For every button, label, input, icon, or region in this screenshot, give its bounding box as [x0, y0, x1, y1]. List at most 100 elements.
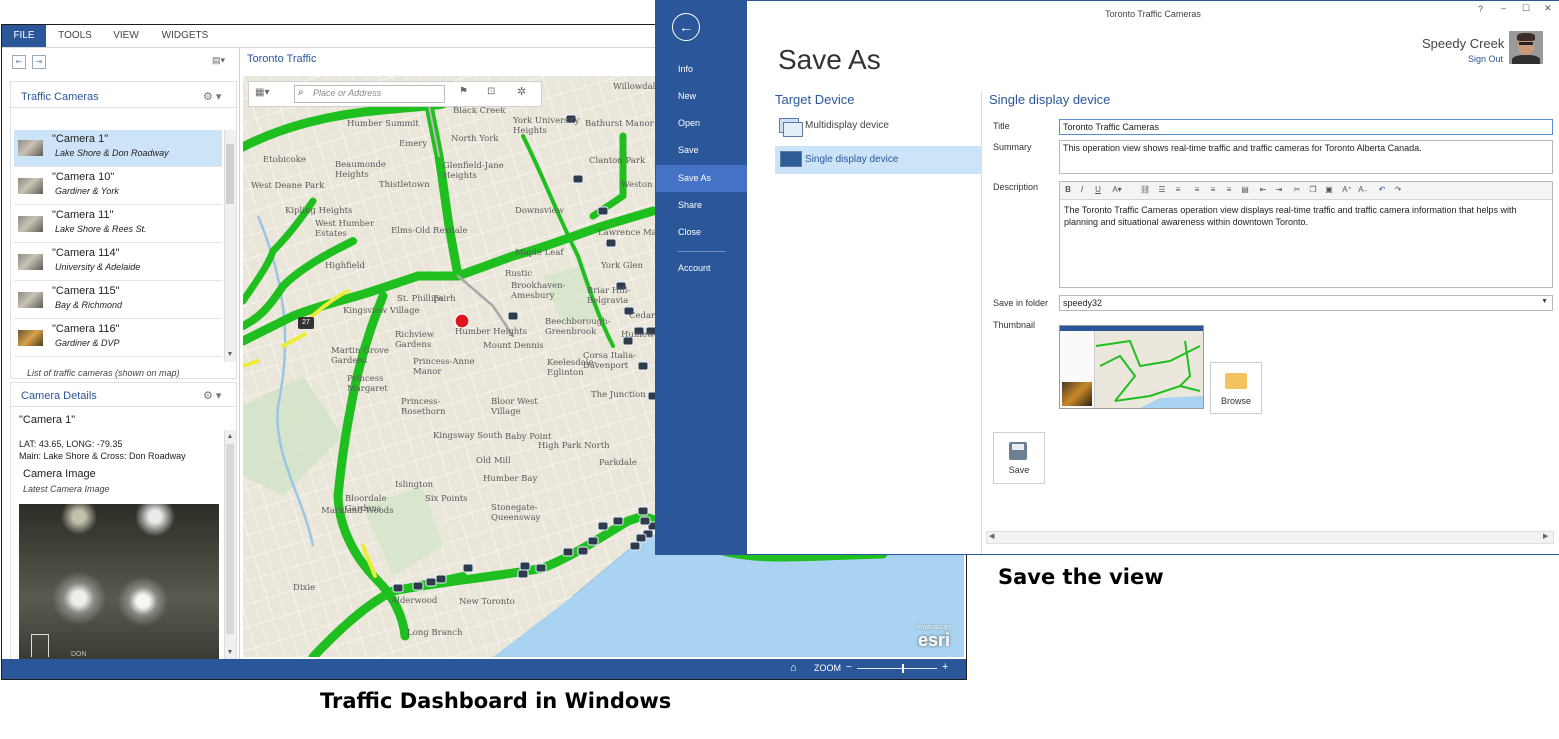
scroll-thumb[interactable]	[226, 444, 234, 634]
title-input[interactable]: Toronto Traffic Cameras	[1059, 119, 1553, 135]
menu-file[interactable]: FILE	[2, 25, 46, 47]
camera-marker-icon[interactable]	[435, 574, 447, 584]
camera-marker-icon[interactable]	[605, 238, 617, 248]
target-multidisplay[interactable]: Multidisplay device	[775, 115, 981, 141]
nav-new[interactable]: New	[656, 83, 747, 110]
camera-marker-icon[interactable]	[517, 569, 529, 579]
scroll-thumb[interactable]	[226, 144, 234, 204]
camera-marker-icon[interactable]	[635, 533, 647, 543]
underline-icon[interactable]: U	[1093, 185, 1103, 195]
camera-marker-icon[interactable]	[597, 206, 609, 216]
zoom-slider-thumb[interactable]	[902, 664, 905, 673]
camera-marker-icon[interactable]	[535, 563, 547, 573]
dock-right-icon[interactable]: ⇥	[32, 55, 46, 69]
back-arrow-icon[interactable]: ←	[672, 13, 700, 41]
nav-close[interactable]: Close	[656, 219, 747, 246]
target-single-display[interactable]: Single display device	[775, 146, 981, 174]
align-left-icon[interactable]: ≡	[1192, 185, 1202, 195]
basemap-icon[interactable]: ▦▾	[255, 87, 269, 98]
camera-marker-icon[interactable]	[587, 536, 599, 546]
justify-icon[interactable]: ▤	[1240, 185, 1250, 195]
bullet-list-icon[interactable]: ☰	[1157, 185, 1167, 195]
camera-marker-icon[interactable]	[412, 581, 424, 591]
nav-open[interactable]: Open	[656, 110, 747, 137]
folder-select[interactable]: speedy32 ▼	[1059, 295, 1553, 311]
scroll-down-icon[interactable]: ▼	[225, 350, 235, 360]
scroll-left-icon[interactable]: ◀	[989, 532, 994, 540]
details-scrollbar[interactable]: ▲ ▼	[224, 430, 236, 660]
camera-marker-icon[interactable]	[577, 546, 589, 556]
camera-marker-icon[interactable]	[572, 174, 584, 184]
zoom-in-button[interactable]: +	[942, 661, 948, 673]
cameras-settings-icon[interactable]: ⚙ ▾	[203, 90, 221, 103]
nav-save-as[interactable]: Save As	[656, 165, 747, 192]
scroll-down-icon[interactable]: ▼	[225, 648, 235, 658]
sign-out-link[interactable]: Sign Out	[1468, 54, 1503, 64]
camera-marker-icon[interactable]	[637, 506, 649, 516]
map-label: Dixie	[293, 583, 316, 593]
camera-list-item[interactable]: "Camera 1" Lake Shore & Don Roadway	[14, 130, 222, 167]
camera-list-item[interactable]: "Camera 114" University & Adelaide	[14, 244, 222, 281]
minimize-button[interactable]: –	[1501, 3, 1506, 13]
camera-marker-icon[interactable]	[612, 516, 624, 526]
nav-share[interactable]: Share	[656, 192, 747, 219]
indent-icon[interactable]: ⇥	[1274, 185, 1284, 195]
nav-account[interactable]: Account	[656, 255, 747, 282]
save-button[interactable]: Save	[993, 432, 1045, 484]
camera-marker-icon[interactable]	[629, 541, 641, 551]
cameras-scrollbar[interactable]: ▼	[224, 130, 236, 362]
italic-icon[interactable]: I	[1077, 185, 1087, 195]
locate-icon[interactable]: ✲	[517, 85, 526, 98]
camera-marker-icon[interactable]	[462, 563, 474, 573]
font-color-icon[interactable]: A▾	[1108, 185, 1126, 195]
avatar[interactable]	[1509, 31, 1543, 64]
layout-menu-icon[interactable]: ▤▾	[212, 55, 232, 67]
menu-view[interactable]: VIEW	[106, 25, 146, 47]
outdent-icon[interactable]: ⇤	[1258, 185, 1268, 195]
nav-save[interactable]: Save	[656, 137, 747, 164]
camera-marker-icon[interactable]	[639, 516, 651, 526]
paste-icon[interactable]: ▣	[1324, 185, 1334, 195]
align-right-icon[interactable]: ≡	[1224, 185, 1234, 195]
cut-icon[interactable]: ✂	[1292, 185, 1302, 195]
zoom-slider[interactable]	[857, 664, 937, 673]
browse-button[interactable]: Browse	[1210, 362, 1262, 414]
scroll-right-icon[interactable]: ▶	[1543, 532, 1548, 540]
camera-marker-icon[interactable]	[507, 311, 519, 321]
search-input[interactable]: ⌕ Place or Address	[294, 85, 445, 103]
superscript-icon[interactable]: A⁺	[1342, 185, 1352, 195]
close-button[interactable]: ✕	[1544, 3, 1552, 14]
menu-widgets[interactable]: WIDGETS	[157, 25, 213, 47]
camera-marker-icon[interactable]	[425, 577, 437, 587]
link-icon[interactable]: ⛓	[1140, 185, 1150, 195]
scroll-up-icon[interactable]: ▲	[225, 432, 235, 442]
help-button[interactable]: ?	[1478, 4, 1483, 14]
camera-marker-icon[interactable]	[597, 521, 609, 531]
summary-input[interactable]: This operation view shows real-time traf…	[1059, 140, 1553, 174]
camera-marker-icon[interactable]	[392, 583, 404, 593]
zoom-out-button[interactable]: −	[846, 662, 852, 673]
select-icon[interactable]: ⊡	[487, 86, 495, 97]
redo-icon[interactable]: ↷	[1393, 185, 1403, 195]
undo-icon[interactable]: ↶	[1377, 185, 1387, 195]
identify-icon[interactable]: ⚑	[459, 86, 468, 97]
home-icon[interactable]: ⌂	[790, 662, 797, 674]
camera-list-item[interactable]: "Camera 11" Lake Shore & Rees St.	[14, 206, 222, 243]
nav-info[interactable]: Info	[656, 56, 747, 83]
camera-list-item[interactable]: "Camera 116" Gardiner & DVP	[14, 320, 222, 357]
copy-icon[interactable]: ❐	[1308, 185, 1318, 195]
description-text[interactable]: The Toronto Traffic Cameras operation vi…	[1064, 204, 1548, 228]
menu-tools[interactable]: TOOLS	[52, 25, 98, 47]
camera-list-item[interactable]: "Camera 10" Gardiner & York	[14, 168, 222, 205]
details-settings-icon[interactable]: ⚙ ▾	[203, 389, 221, 402]
bold-icon[interactable]: B	[1063, 185, 1073, 195]
horizontal-scrollbar[interactable]: ◀ ▶	[986, 531, 1554, 544]
camera-list-item[interactable]: "Camera 115" Bay & Richmond	[14, 282, 222, 319]
dock-left-icon[interactable]: ⇤	[12, 55, 26, 69]
camera-marker-icon[interactable]	[562, 547, 574, 557]
subscript-icon[interactable]: A₋	[1358, 185, 1368, 195]
align-center-icon[interactable]: ≡	[1208, 185, 1218, 195]
camera-marker-icon[interactable]	[519, 561, 531, 571]
numbered-list-icon[interactable]: ≡	[1173, 185, 1183, 195]
maximize-button[interactable]: ☐	[1522, 3, 1530, 14]
